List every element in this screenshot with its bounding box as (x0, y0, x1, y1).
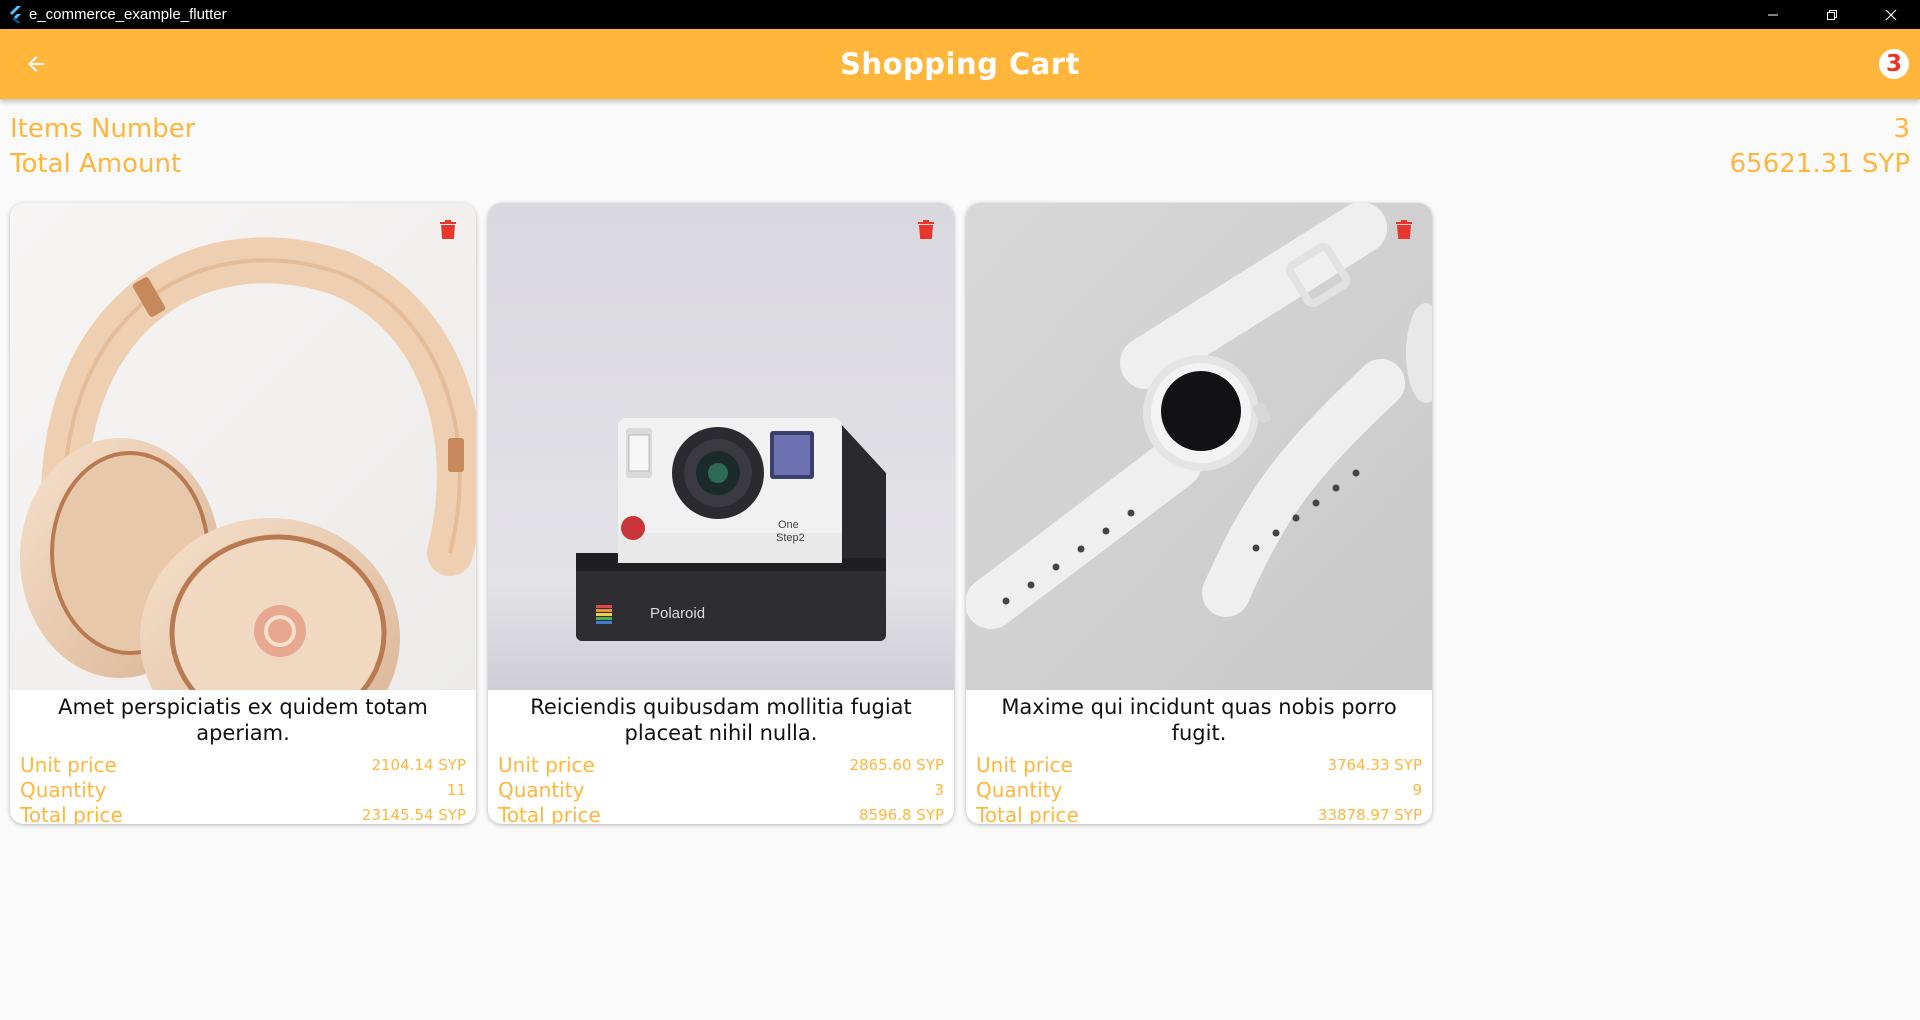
svg-text:Polaroid: Polaroid (650, 605, 705, 622)
trash-icon (918, 220, 934, 239)
total-price-label: Total price (976, 802, 1079, 825)
quantity-label: Quantity (498, 777, 585, 802)
trash-icon (1396, 220, 1412, 239)
product-image-headphones (10, 203, 476, 690)
quantity-value: 3 (934, 780, 944, 799)
total-price-value: 23145.54 SYP (361, 805, 466, 824)
product-name: Amet perspiciatis ex quidem totam aperia… (58, 695, 428, 745)
items-number-label: Items Number (10, 113, 196, 144)
close-icon (1885, 9, 1896, 20)
svg-text:Step2: Step2 (776, 532, 805, 544)
unit-price-value: 2104.14 SYP (371, 755, 466, 774)
product-details: Unit price 2104.14 SYP Quantity 11 Total… (10, 752, 476, 825)
quantity-value: 9 (1412, 780, 1422, 799)
cart-item-card[interactable]: One Step2 Polaroid Reiciendis quibusdam … (488, 203, 954, 824)
total-amount-label: Total Amount (10, 148, 182, 179)
delete-button[interactable] (1392, 217, 1416, 243)
minimize-button[interactable] (1743, 0, 1802, 29)
product-image-smartwatch (966, 203, 1432, 690)
total-amount-value: 65621.31 SYP (1729, 148, 1910, 179)
window-titlebar: e_commerce_example_flutter (0, 0, 1920, 29)
cart-item-card[interactable]: Amet perspiciatis ex quidem totam aperia… (10, 203, 476, 824)
quantity-label: Quantity (20, 777, 107, 802)
cart-summary: Items Number 3 Total Amount 65621.31 SYP (0, 99, 1920, 181)
product-details: Unit price 2865.60 SYP Quantity 3 Total … (488, 752, 954, 825)
total-price-label: Total price (498, 802, 601, 825)
total-price-value: 8596.8 SYP (859, 805, 944, 824)
close-window-button[interactable] (1861, 0, 1920, 29)
product-name: Reiciendis quibusdam mollitia fugiat pla… (530, 695, 912, 745)
quantity-label: Quantity (976, 777, 1063, 802)
quantity-value: 11 (446, 780, 466, 799)
total-price-value: 33878.97 SYP (1317, 805, 1422, 824)
delete-button[interactable] (436, 217, 460, 243)
restore-icon (1826, 9, 1837, 20)
cart-items-grid: Amet perspiciatis ex quidem totam aperia… (10, 203, 1432, 824)
unit-price-value: 2865.60 SYP (849, 755, 944, 774)
svg-text:One: One (778, 519, 799, 531)
app-bar: Shopping Cart 3 (0, 29, 1920, 99)
window-title: e_commerce_example_flutter (29, 6, 227, 23)
unit-price-label: Unit price (498, 752, 595, 777)
page-title: Shopping Cart (840, 47, 1080, 81)
restore-button[interactable] (1802, 0, 1861, 29)
product-image-polaroid-camera: One Step2 Polaroid (488, 203, 954, 690)
delete-button[interactable] (914, 217, 938, 243)
product-details: Unit price 3764.33 SYP Quantity 9 Total … (966, 752, 1432, 825)
product-name: Maxime qui incidunt quas nobis porro fug… (1001, 695, 1397, 745)
items-number-value: 3 (1893, 113, 1910, 144)
unit-price-value: 3764.33 SYP (1327, 755, 1422, 774)
flutter-logo-icon (0, 0, 29, 29)
cart-item-card[interactable]: Maxime qui incidunt quas nobis porro fug… (966, 203, 1432, 824)
trash-icon (440, 220, 456, 239)
arrow-back-icon (28, 56, 44, 72)
unit-price-label: Unit price (20, 752, 117, 777)
back-button[interactable] (12, 40, 60, 88)
cart-count-badge: 3 (1879, 49, 1909, 79)
total-price-label: Total price (20, 802, 123, 825)
minimize-icon (1767, 14, 1778, 15)
unit-price-label: Unit price (976, 752, 1073, 777)
